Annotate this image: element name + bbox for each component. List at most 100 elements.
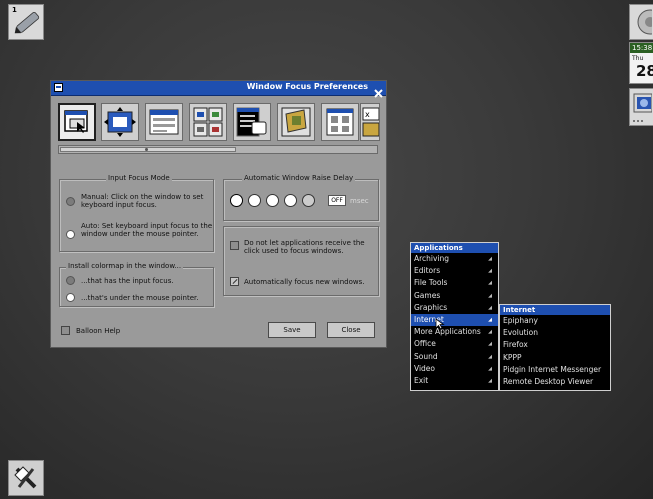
menu-item-file-tools[interactable]: File Tools ◢ [411,277,498,289]
submenu-arrow-icon: ◢ [488,353,492,360]
submenu-arrow-icon: ◢ [488,377,492,384]
menu-item-label: Games [414,290,441,300]
balloon-help-checkbox[interactable] [61,326,70,335]
menu-item-video[interactable]: Video ◢ [411,363,498,375]
dock-app-icon[interactable] [629,4,653,40]
menu-item-firefox[interactable]: Firefox [500,339,610,351]
menu-item-epiphany[interactable]: Epiphany [500,315,610,327]
menu-item-kppp[interactable]: KPPP [500,352,610,364]
submenu-arrow-icon: ◢ [488,329,492,336]
menu-preferences-icon [236,107,267,137]
input-focus-mode-group: Input Focus Mode Manual: Click on the wi… [59,174,214,252]
keyboard-shortcuts-panel-button[interactable]: x [360,103,380,141]
keyboard-shortcuts-icon: x [362,107,380,137]
submenu-arrow-icon: ◢ [488,268,492,275]
window-menu-button[interactable] [54,83,63,92]
raise-delay-dial-0[interactable] [230,194,243,207]
clock-day: Thu [632,55,644,62]
auto-focus-radio[interactable] [66,230,75,239]
icon-preferences-panel-button[interactable] [189,103,227,141]
auto-focus-label: Auto: Set keyboard input focus to the wi… [81,222,213,238]
preference-panels-toolbar: x [58,103,380,143]
colormap-input-focus-radio[interactable] [66,276,75,285]
window-focus-icon [64,110,88,133]
menu-item-graphics[interactable]: Graphics ◢ [411,302,498,314]
menu-preferences-panel-button[interactable] [233,103,271,141]
hammer-icon [14,466,37,489]
colormap-mouse-pointer-label: ...that's under the mouse pointer. [81,294,199,302]
manual-focus-label: Manual: Click on the window to set keybo… [81,193,204,209]
close-window-button[interactable] [374,83,383,98]
dialog-title: Window Focus Preferences [246,82,368,91]
close-button[interactable]: Close [327,322,375,338]
mouse-pointer-icon [435,318,445,330]
window-handling-icon [149,109,179,135]
disc-icon [637,9,653,35]
internet-submenu-title: Internet [500,305,610,315]
raise-delay-dial-1[interactable] [248,194,261,207]
clock-date: 28 [636,62,653,80]
menu-item-pidgin[interactable]: Pidgin Internet Messenger [500,364,610,376]
workspace-panel-button[interactable] [321,103,359,141]
workspace-pager[interactable]: 1 [8,4,44,40]
auto-focus-new-windows-checkbox[interactable] [230,277,239,286]
input-focus-mode-legend: Input Focus Mode [106,174,172,182]
menu-item-games[interactable]: Games ◢ [411,290,498,302]
colormap-legend: Install colormap in the window... [66,262,184,270]
menu-item-exit[interactable]: Exit ◢ [411,375,498,387]
window-placement-panel-button[interactable] [101,103,139,141]
colormap-mouse-pointer-radio[interactable] [66,293,75,302]
submenu-arrow-icon: ◢ [488,316,492,323]
toolbar-scrollbar[interactable] [58,145,378,154]
svg-text:x: x [365,110,370,119]
menu-item-label: Archiving [414,254,450,263]
dock-tools-icon[interactable] [8,460,44,496]
no-click-focus-checkbox[interactable] [230,241,239,250]
submenu-arrow-icon: ◢ [488,256,492,262]
save-button[interactable]: Save [268,322,316,338]
menu-item-internet[interactable]: Internet ◢ [411,313,498,327]
applications-menu-title: Applications [411,243,498,253]
window-placement-icon [104,107,136,137]
window-focus-panel-button[interactable] [58,103,96,141]
menu-item-evolution[interactable]: Evolution [500,327,610,339]
raise-delay-dial-3[interactable] [284,194,297,207]
menu-item-remote-desktop-viewer[interactable]: Remote Desktop Viewer [500,376,610,388]
appearance-panel-button[interactable] [277,103,315,141]
submenu-arrow-icon: ◢ [488,365,492,372]
balloon-help-label: Balloon Help [76,327,121,335]
window-focus-preferences-dialog: Window Focus Preferences x Input Focus M… [50,80,387,348]
window-menu-icon [56,86,61,88]
focus-options-group: Do not let applications receive the clic… [223,226,379,296]
clock-widget[interactable]: 15:38 Thu 28 [629,42,653,84]
raise-delay-value-field[interactable]: OFF [328,195,346,206]
raise-delay-dial-2[interactable] [266,194,279,207]
menu-item-label: Office [414,339,436,349]
menu-item-label: Sound [414,351,438,361]
manual-focus-radio[interactable] [66,197,75,206]
menu-item-editors[interactable]: Editors ◢ [411,265,498,277]
submenu-arrow-icon: ◢ [488,280,492,287]
pen-icon [14,11,40,34]
submenu-arrow-icon: ◢ [488,341,492,348]
menu-item-label: File Tools [414,278,448,288]
dock-monitor-icon[interactable] [629,88,653,126]
menu-item-office[interactable]: Office ◢ [411,338,498,350]
menu-item-label: Exit [414,375,429,385]
colormap-group: Install colormap in the window... ...tha… [59,262,214,307]
monitor-icon [633,93,653,122]
submenu-arrow-icon: ◢ [488,304,492,311]
clock-time: 15:38 [630,43,653,53]
raise-delay-dial-4[interactable] [302,194,315,207]
auto-focus-new-windows-label: Automatically focus new windows. [244,278,365,286]
scrollbar-thumb[interactable] [60,147,236,152]
menu-item-more-applications[interactable]: More Applications ◢ [411,326,498,338]
menu-item-archiving[interactable]: Archiving ◢ [411,253,498,265]
window-handling-panel-button[interactable] [145,103,183,141]
menu-item-label: More Applications [414,327,481,337]
internet-submenu: Internet Epiphany Evolution Firefox KPPP… [499,304,611,391]
menu-item-label: Editors [414,266,441,276]
menu-item-sound[interactable]: Sound ◢ [411,351,498,363]
raise-delay-legend: Automatic Window Raise Delay [242,174,356,182]
dialog-titlebar[interactable]: Window Focus Preferences [51,81,386,98]
